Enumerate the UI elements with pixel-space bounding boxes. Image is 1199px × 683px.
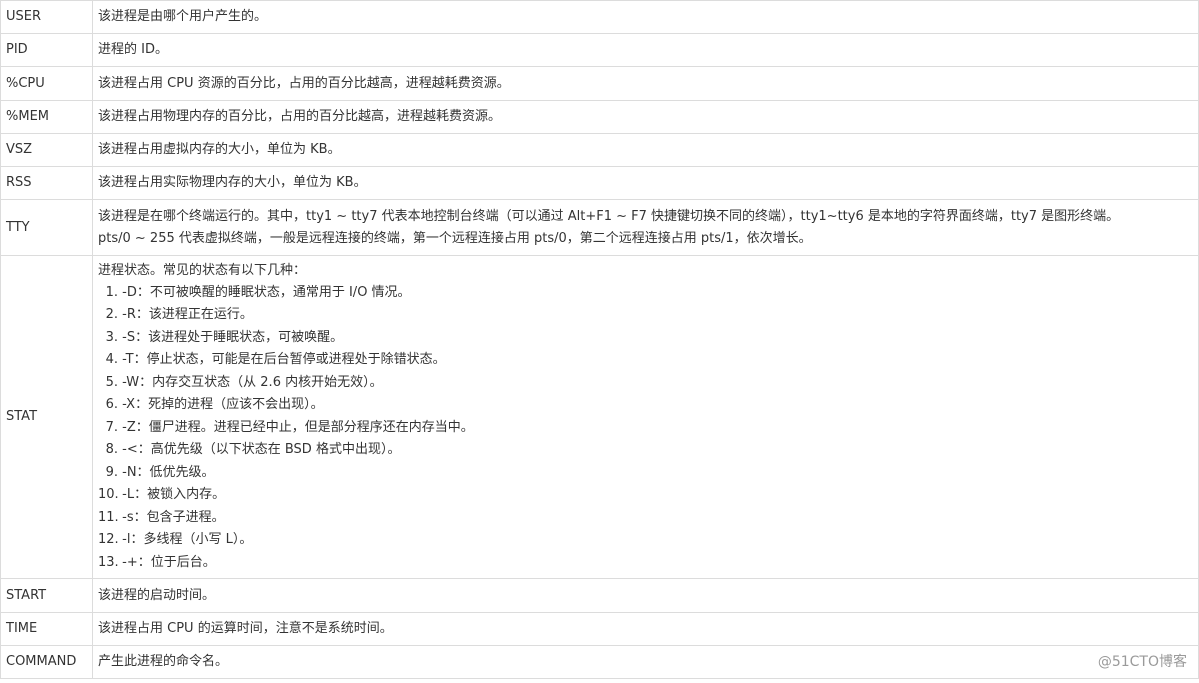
description-line: pts/0 ~ 255 代表虚拟终端，一般是远程连接的终端，第一个远程连接占用 … xyxy=(98,230,812,246)
list-item: 13. -+：位于后台。 xyxy=(98,552,1193,575)
ps-fields-table: USER 该进程是由哪个用户产生的。 PID 进程的 ID。 %CPU 该进程占… xyxy=(0,0,1199,679)
stat-intro: 进程状态。常见的状态有以下几种： xyxy=(98,262,307,278)
field-name: VSZ xyxy=(0,133,93,167)
list-item: 4. -T：停止状态，可能是在后台暂停或进程处于除错状态。 xyxy=(98,349,1193,372)
list-number: 11. xyxy=(98,509,119,525)
list-text: -l：多线程（小写 L）。 xyxy=(122,532,253,548)
field-description: 该进程占用虚拟内存的大小，单位为 KB。 xyxy=(92,133,1199,167)
list-item: 8. -<：高优先级（以下状态在 BSD 格式中出现）。 xyxy=(98,439,1193,462)
table-row: %CPU 该进程占用 CPU 资源的百分比，占用的百分比越高，进程越耗费资源。 xyxy=(0,66,1199,101)
field-name: STAT xyxy=(0,255,93,579)
list-text: -<：高优先级（以下状态在 BSD 格式中出现）。 xyxy=(122,442,401,458)
field-name: START xyxy=(0,578,93,613)
list-text: -D：不可被唤醒的睡眠状态，通常用于 I/O 情况。 xyxy=(122,284,411,300)
field-name: %CPU xyxy=(0,66,93,101)
list-text: -+：位于后台。 xyxy=(122,554,216,570)
list-item: 3. -S：该进程处于睡眠状态，可被唤醒。 xyxy=(98,327,1193,350)
field-description: 进程状态。常见的状态有以下几种： 1. -D：不可被唤醒的睡眠状态，通常用于 I… xyxy=(92,255,1199,579)
field-name: TTY xyxy=(0,199,93,256)
list-number: 1. xyxy=(105,284,118,300)
list-text: -R：该进程正在运行。 xyxy=(122,307,253,323)
list-item: 5. -W：内存交互状态（从 2.6 内核开始无效）。 xyxy=(98,372,1193,395)
table-row: PID 进程的 ID。 xyxy=(0,33,1199,67)
table-row: USER 该进程是由哪个用户产生的。 xyxy=(0,0,1199,34)
field-name: COMMAND xyxy=(0,645,93,679)
field-name: USER xyxy=(0,0,93,34)
list-number: 8. xyxy=(105,442,118,458)
list-number: 12. xyxy=(98,532,119,548)
field-description: 该进程的启动时间。 xyxy=(92,578,1199,613)
list-text: -X：死掉的进程（应该不会出现）。 xyxy=(122,397,324,413)
stat-list: 1. -D：不可被唤醒的睡眠状态，通常用于 I/O 情况。 2. -R：该进程正… xyxy=(98,282,1193,575)
list-item: 11. -s：包含子进程。 xyxy=(98,507,1193,530)
field-description: 该进程占用 CPU 资源的百分比，占用的百分比越高，进程越耗费资源。 xyxy=(92,66,1199,101)
table-row: TIME 该进程占用 CPU 的运算时间，注意不是系统时间。 xyxy=(0,612,1199,646)
table-row: %MEM 该进程占用物理内存的百分比，占用的百分比越高，进程越耗费资源。 xyxy=(0,100,1199,134)
field-description: 该进程占用物理内存的百分比，占用的百分比越高，进程越耗费资源。 xyxy=(92,100,1199,134)
list-item: 2. -R：该进程正在运行。 xyxy=(98,304,1193,327)
table-row: COMMAND 产生此进程的命令名。 xyxy=(0,645,1199,679)
list-number: 4. xyxy=(105,352,118,368)
list-number: 10. xyxy=(98,487,119,503)
list-text: -s：包含子进程。 xyxy=(122,509,225,525)
field-name: TIME xyxy=(0,612,93,646)
list-item: 9. -N：低优先级。 xyxy=(98,462,1193,485)
field-description: 该进程是在哪个终端运行的。其中，tty1 ~ tty7 代表本地控制台终端（可以… xyxy=(92,199,1199,256)
table-row: TTY 该进程是在哪个终端运行的。其中，tty1 ~ tty7 代表本地控制台终… xyxy=(0,199,1199,256)
field-description: 进程的 ID。 xyxy=(92,33,1199,67)
list-number: 5. xyxy=(105,374,118,390)
list-number: 7. xyxy=(105,419,118,435)
field-name: %MEM xyxy=(0,100,93,134)
list-item: 12. -l：多线程（小写 L）。 xyxy=(98,529,1193,552)
list-number: 3. xyxy=(105,329,118,345)
table-row: VSZ 该进程占用虚拟内存的大小，单位为 KB。 xyxy=(0,133,1199,167)
table-row: START 该进程的启动时间。 xyxy=(0,578,1199,613)
list-text: -T：停止状态，可能是在后台暂停或进程处于除错状态。 xyxy=(122,352,446,368)
list-item: 7. -Z：僵尸进程。进程已经中止，但是部分程序还在内存当中。 xyxy=(98,417,1193,440)
list-number: 9. xyxy=(105,464,118,480)
list-text: -W：内存交互状态（从 2.6 内核开始无效）。 xyxy=(122,374,383,390)
field-name: RSS xyxy=(0,166,93,200)
list-number: 13. xyxy=(98,554,119,570)
list-item: 1. -D：不可被唤醒的睡眠状态，通常用于 I/O 情况。 xyxy=(98,282,1193,305)
watermark: @51CTO博客 xyxy=(1097,654,1187,670)
list-number: 2. xyxy=(105,307,118,323)
list-text: -N：低优先级。 xyxy=(122,464,215,480)
table-row: STAT 进程状态。常见的状态有以下几种： 1. -D：不可被唤醒的睡眠状态，通… xyxy=(0,255,1199,579)
field-description: 该进程占用 CPU 的运算时间，注意不是系统时间。 xyxy=(92,612,1199,646)
list-item: 6. -X：死掉的进程（应该不会出现）。 xyxy=(98,394,1193,417)
list-item: 10. -L：被锁入内存。 xyxy=(98,484,1193,507)
table-row: RSS 该进程占用实际物理内存的大小，单位为 KB。 xyxy=(0,166,1199,200)
description-line: 该进程是在哪个终端运行的。其中，tty1 ~ tty7 代表本地控制台终端（可以… xyxy=(98,208,1120,224)
field-description: 产生此进程的命令名。 xyxy=(92,645,1199,679)
list-number: 6. xyxy=(105,397,118,413)
list-text: -S：该进程处于睡眠状态，可被唤醒。 xyxy=(122,329,344,345)
field-name: PID xyxy=(0,33,93,67)
list-text: -L：被锁入内存。 xyxy=(122,487,226,503)
field-description: 该进程是由哪个用户产生的。 xyxy=(92,0,1199,34)
field-description: 该进程占用实际物理内存的大小，单位为 KB。 xyxy=(92,166,1199,200)
list-text: -Z：僵尸进程。进程已经中止，但是部分程序还在内存当中。 xyxy=(122,419,474,435)
